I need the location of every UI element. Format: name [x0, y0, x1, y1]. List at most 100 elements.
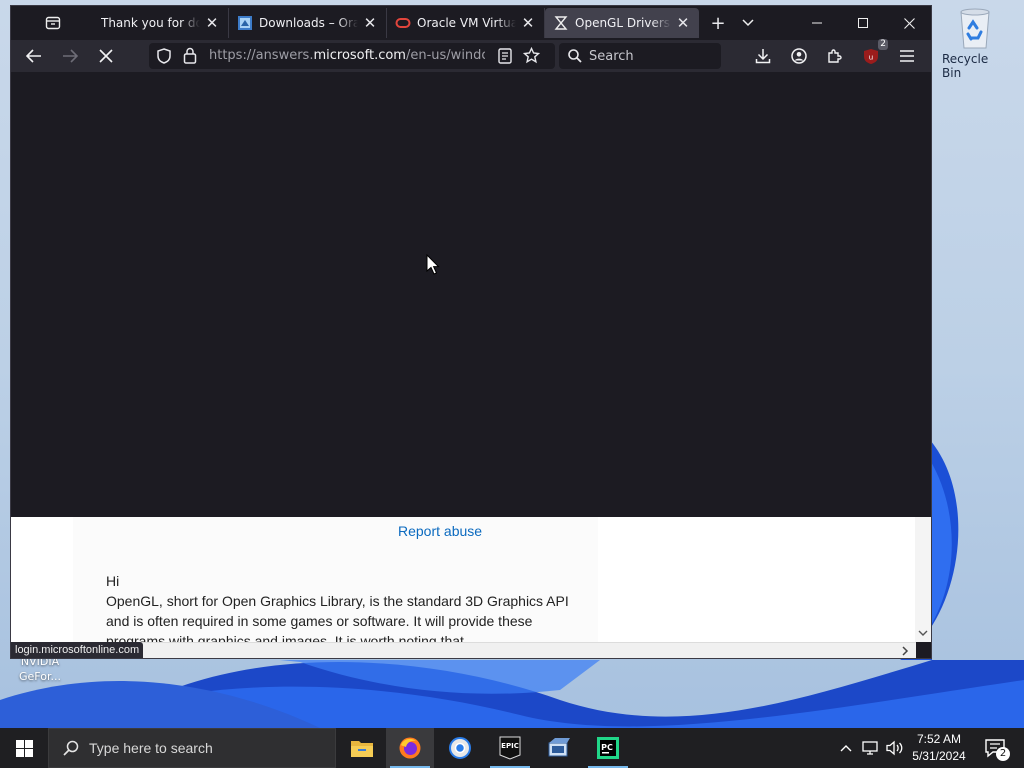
answer-post: Hi OpenGL, short for Open Graphics Libra…	[106, 571, 576, 642]
close-icon[interactable]: ✕	[520, 14, 536, 32]
recycle-bin-icon	[960, 8, 990, 49]
mouse-pointer-icon	[426, 254, 440, 275]
tab-bar: Thank you for downloading ✕ Downloads – …	[11, 6, 931, 40]
tab-oracle-virtualbox[interactable]: Oracle VM VirtualBox ✕	[387, 8, 545, 38]
chrome-icon	[449, 737, 471, 759]
arrow-left-icon	[26, 49, 41, 63]
list-all-tabs-button[interactable]	[735, 6, 761, 40]
search-icon	[568, 49, 582, 63]
search-icon	[63, 740, 79, 756]
arrow-right-icon	[63, 49, 78, 63]
tracking-protection-shield-icon[interactable]	[157, 48, 171, 64]
tab-opengl-drivers[interactable]: OpenGL Drivers - Microsoft ✕	[545, 8, 699, 38]
back-button[interactable]	[20, 43, 48, 69]
forward-button[interactable]	[56, 43, 84, 69]
search-placeholder: Search	[589, 48, 634, 64]
chevron-up-icon	[840, 745, 852, 752]
download-icon	[755, 49, 771, 64]
horizontal-scrollbar[interactable]	[11, 642, 916, 658]
page-loading-area	[11, 72, 931, 517]
close-window-icon	[903, 17, 915, 29]
close-icon	[99, 49, 113, 63]
tab-title: Thank you for downloading	[101, 16, 200, 30]
ublock-shield-icon: u	[864, 48, 878, 64]
epic-games-taskbar-button[interactable]: EPIC	[486, 728, 534, 768]
chevron-right-icon	[901, 645, 908, 656]
taskbar-search-box[interactable]: Type here to search	[48, 728, 336, 768]
network-icon	[862, 741, 878, 755]
tab-thank-you[interactable]: Thank you for downloading ✕	[71, 8, 229, 38]
minimize-icon	[812, 22, 822, 24]
volume-tray-button[interactable]	[884, 728, 906, 768]
extension-badge-count: 2	[878, 39, 888, 50]
firefox-view-button[interactable]	[39, 6, 67, 40]
close-icon[interactable]: ✕	[675, 14, 691, 32]
downloads-button[interactable]	[749, 43, 777, 69]
firefox-view-icon	[45, 16, 61, 30]
epic-games-icon: EPIC	[499, 736, 521, 760]
navigation-toolbar: https://answers.microsoft.com/en-us/wind…	[11, 39, 931, 72]
pycharm-taskbar-button[interactable]: PC	[584, 728, 632, 768]
url-bar[interactable]: https://answers.microsoft.com/en-us/wind…	[149, 43, 555, 69]
taskbar-clock[interactable]: 7:52 AM 5/31/2024	[905, 731, 973, 765]
network-tray-button[interactable]	[860, 728, 882, 768]
close-icon[interactable]: ✕	[204, 14, 220, 32]
virtualbox-icon	[548, 738, 570, 757]
account-button[interactable]	[785, 43, 813, 69]
show-hidden-icons-button[interactable]	[836, 728, 856, 768]
chrome-taskbar-button[interactable]	[436, 728, 484, 768]
page-content: Report abuse Hi OpenGL, short for Open G…	[11, 517, 931, 642]
search-bar[interactable]: Search	[559, 43, 721, 69]
minimize-button[interactable]	[795, 6, 839, 40]
extensions-button[interactable]	[821, 43, 849, 69]
virtualbox-taskbar-button[interactable]	[534, 728, 582, 768]
nvidia-label-line2: GeFor...	[19, 670, 61, 683]
scroll-right-button[interactable]	[895, 642, 915, 658]
tab-title: Oracle VM VirtualBox	[417, 16, 516, 30]
url-suffix: /en-us/windows	[405, 48, 485, 63]
maximize-button[interactable]	[841, 6, 885, 40]
clock-date: 5/31/2024	[912, 749, 966, 763]
file-explorer-taskbar-button[interactable]	[338, 728, 386, 768]
speaker-icon	[886, 740, 903, 756]
svg-text:EPIC: EPIC	[501, 742, 519, 750]
puzzle-piece-icon	[828, 49, 842, 63]
firefox-taskbar-button[interactable]	[386, 728, 434, 768]
url-domain: microsoft.com	[313, 48, 406, 63]
close-icon[interactable]: ✕	[362, 14, 378, 32]
reader-view-icon[interactable]	[498, 48, 512, 64]
hamburger-menu-icon	[900, 50, 914, 62]
svg-text:u: u	[869, 53, 873, 61]
notifications-button[interactable]: 2	[978, 728, 1012, 768]
answer-greeting: Hi	[106, 573, 120, 589]
tab-title: OpenGL Drivers - Microsoft	[575, 16, 671, 30]
clock-time: 7:52 AM	[916, 732, 962, 746]
stop-loading-button[interactable]	[92, 43, 120, 69]
windows-taskbar: Type here to search EPIC PC 7:52 AM 5/31…	[0, 728, 1024, 768]
close-window-button[interactable]	[887, 6, 931, 40]
firefox-icon	[399, 737, 421, 759]
windows-logo-icon	[15, 739, 33, 757]
lock-icon[interactable]	[183, 47, 197, 64]
new-tab-button[interactable]: +	[705, 6, 731, 40]
svg-text:PC: PC	[601, 743, 613, 752]
start-button[interactable]	[0, 728, 48, 768]
recycle-bin-label: Recycle Bin	[942, 52, 989, 80]
report-abuse-link[interactable]: Report abuse	[398, 523, 482, 539]
tab-title: Downloads – Oracle	[259, 16, 358, 30]
ublock-origin-button[interactable]: u 2	[857, 39, 888, 69]
scroll-down-chevron-icon[interactable]	[918, 630, 928, 637]
notification-count-badge: 2	[996, 747, 1010, 761]
vertical-scrollbar[interactable]	[915, 517, 931, 642]
bookmark-star-icon[interactable]	[523, 47, 540, 64]
plus-icon: +	[710, 12, 726, 34]
firefox-window: Thank you for downloading ✕ Downloads – …	[10, 5, 932, 659]
tab-oracle-downloads[interactable]: Downloads – Oracle ✕	[229, 8, 387, 38]
chevron-down-icon	[742, 19, 754, 27]
url-prefix: https://answers.	[209, 48, 314, 63]
recycle-bin-shortcut[interactable]: Recycle Bin	[942, 6, 1008, 80]
answer-body: OpenGL, short for Open Graphics Library,…	[106, 593, 569, 642]
url-text[interactable]: https://answers.microsoft.com/en-us/wind…	[209, 48, 485, 63]
app-menu-button[interactable]	[893, 43, 921, 69]
oracle-ring-icon	[395, 15, 411, 31]
